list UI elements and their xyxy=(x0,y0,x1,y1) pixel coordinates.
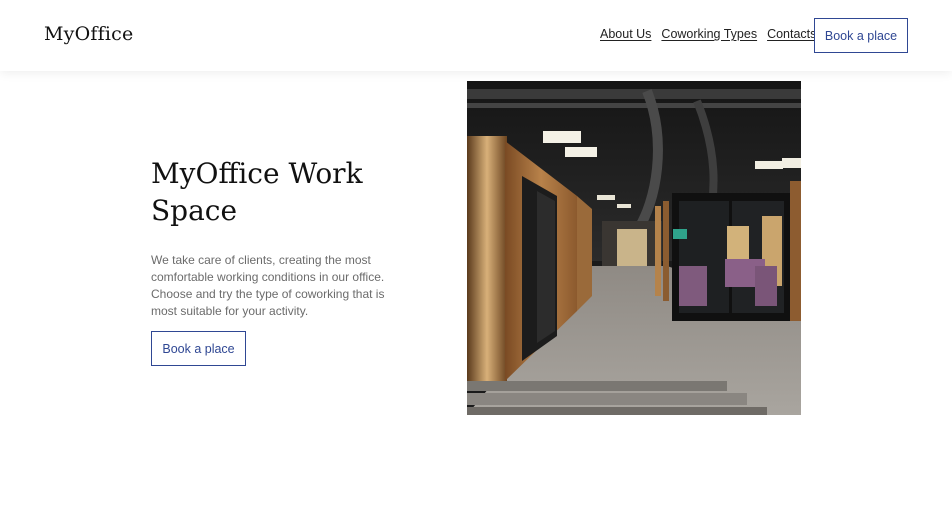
hero-book-button[interactable]: Book a place xyxy=(151,331,246,366)
office-photo xyxy=(467,81,801,415)
main-nav: About Us Coworking Types Contacts xyxy=(600,27,816,41)
hero-title: MyOffice Work Space xyxy=(151,157,363,227)
nav-link-coworking-types[interactable]: Coworking Types xyxy=(661,27,757,41)
nav-link-about-us[interactable]: About Us xyxy=(600,27,651,41)
nav-link-contacts[interactable]: Contacts xyxy=(767,27,816,41)
logo[interactable]: MyOffice xyxy=(44,23,133,45)
header-book-button[interactable]: Book a place xyxy=(814,18,908,53)
hero-description: We take care of clients, creating the mo… xyxy=(151,253,385,318)
site-header: MyOffice About Us Coworking Types Contac… xyxy=(0,0,952,71)
office-corridor-image xyxy=(467,81,801,415)
